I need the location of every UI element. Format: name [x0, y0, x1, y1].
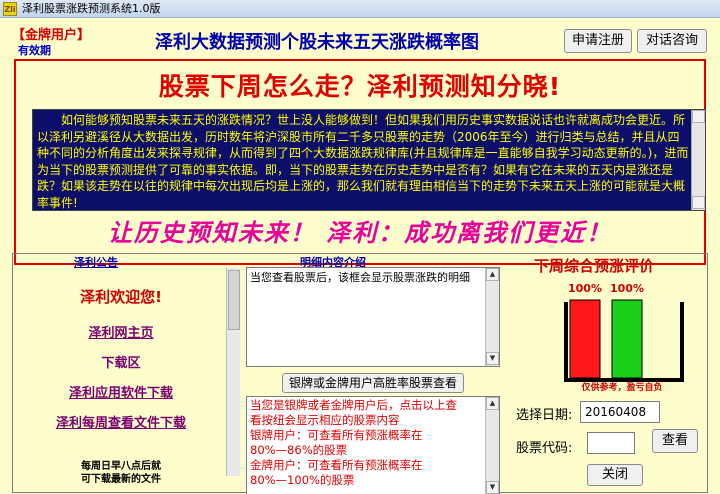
chart-bar: [611, 299, 643, 379]
intro-text-box[interactable]: 如何能够预知股票未来五天的涨跌情况？世上没人能够做到！但如果我们用历史事实数据说…: [32, 109, 706, 211]
scroll-down-icon[interactable]: ▼: [486, 481, 499, 494]
notice-footer-line1: 每周日早八点后就: [81, 461, 161, 472]
evaluation-note: 仅供参考，盈亏自负: [581, 383, 663, 393]
title-bar: Zli 泽利股票涨跌预测系统1.0版: [0, 0, 720, 18]
close-button[interactable]: 关闭: [587, 464, 643, 486]
date-label: 选择日期:: [516, 408, 573, 423]
evaluation-title: 下周综合预涨评价: [534, 257, 655, 275]
scroll-down-icon[interactable]: ▼: [486, 352, 499, 365]
scroll-down-icon[interactable]: ▼: [692, 196, 705, 209]
notice-scrollbar[interactable]: [226, 268, 240, 476]
download-area-link[interactable]: 下载区: [18, 352, 224, 371]
stock-code-input[interactable]: [587, 432, 635, 454]
chart-right-post: [680, 302, 684, 382]
validity-label: 有效期: [18, 44, 51, 57]
query-line: 金牌用户：可查看所有预涨概率在: [250, 458, 423, 472]
date-input[interactable]: [580, 401, 660, 423]
main-window: 【金牌用户】 有效期 泽利大数据预测个股未来五天涨跌概率图 申请注册 对话咨询 …: [0, 18, 720, 494]
banner-headline: 股票下周怎么走？泽利预测知分晓!: [158, 72, 562, 101]
homepage-link[interactable]: 泽利网主页: [18, 322, 224, 341]
chart-left-post: [564, 302, 568, 382]
premium-stock-query-button[interactable]: 银牌或金牌用户高胜率股票查看: [282, 373, 464, 393]
chart-value-label: 100%: [610, 282, 644, 295]
consult-button[interactable]: 对话咨询: [637, 29, 707, 53]
scroll-up-icon[interactable]: ▲: [486, 268, 499, 281]
stock-code-label: 股票代码:: [516, 441, 573, 456]
window-title: 泽利股票涨跌预测系统1.0版: [22, 2, 161, 15]
notice-footer-line2: 可下载最新的文件: [81, 474, 161, 485]
query-scrollbar[interactable]: ▲ ▼: [485, 397, 499, 494]
app-icon: Zli: [3, 2, 17, 16]
register-button[interactable]: 申请注册: [564, 29, 632, 53]
query-line: 当您是银牌或者金牌用户后，点击以上查: [250, 398, 457, 412]
software-download-link[interactable]: 泽利应用软件下载: [18, 382, 224, 401]
query-line: 看按纽会显示相应的股票内容: [250, 413, 400, 427]
detail-text-box[interactable]: 当您查看股票后，该框会显示股票涨跌的明细 ▲ ▼: [246, 267, 500, 367]
welcome-text: 泽利欢迎您!: [80, 288, 162, 306]
query-line: 80%—86%的股票: [250, 443, 348, 457]
scroll-up-icon[interactable]: ▲: [486, 397, 499, 410]
banner-panel: 股票下周怎么走？泽利预测知分晓! 如何能够预知股票未来五天的涨跌情况？世上没人能…: [14, 59, 706, 265]
chart-bar: [569, 299, 601, 379]
notice-panel: 泽利欢迎您! 泽利网主页 下载区 泽利应用软件下载 泽利每周查看文件下载 每周日…: [18, 268, 240, 485]
notice-footer: 每周日早八点后就 可下载最新的文件: [18, 460, 224, 486]
scroll-up-icon[interactable]: ▲: [692, 110, 705, 123]
banner-slogan: 让历史预知未来！ 泽利：成功离我们更近！: [107, 218, 613, 247]
intro-text: 如何能够预知股票未来五天的涨跌情况？世上没人能够做到！但如果我们用历史事实数据说…: [37, 113, 689, 210]
query-line: 80%—100%的股票: [250, 473, 355, 487]
evaluation-bar-chart: 100% 100%: [564, 282, 684, 382]
weekly-file-download-link[interactable]: 泽利每周查看文件下载: [18, 412, 224, 431]
page-title: 泽利大数据预测个股未来五天涨跌概率图: [155, 32, 479, 53]
query-result-box[interactable]: 当您是银牌或者金牌用户后，点击以上查 看按纽会显示相应的股票内容 银牌用户：可查…: [246, 396, 500, 494]
membership-badge: 【金牌用户】: [12, 28, 91, 43]
chart-value-label: 100%: [568, 282, 602, 295]
detail-scrollbar[interactable]: ▲ ▼: [485, 268, 499, 366]
query-line: 银牌用户：可查看所有预涨概率在: [250, 428, 423, 442]
intro-scrollbar[interactable]: ▲ ▼: [691, 110, 705, 210]
view-button[interactable]: 查看: [652, 429, 698, 453]
detail-text: 当您查看股票后，该框会显示股票涨跌的明细: [250, 271, 470, 284]
notice-scroll-thumb[interactable]: [228, 270, 240, 330]
